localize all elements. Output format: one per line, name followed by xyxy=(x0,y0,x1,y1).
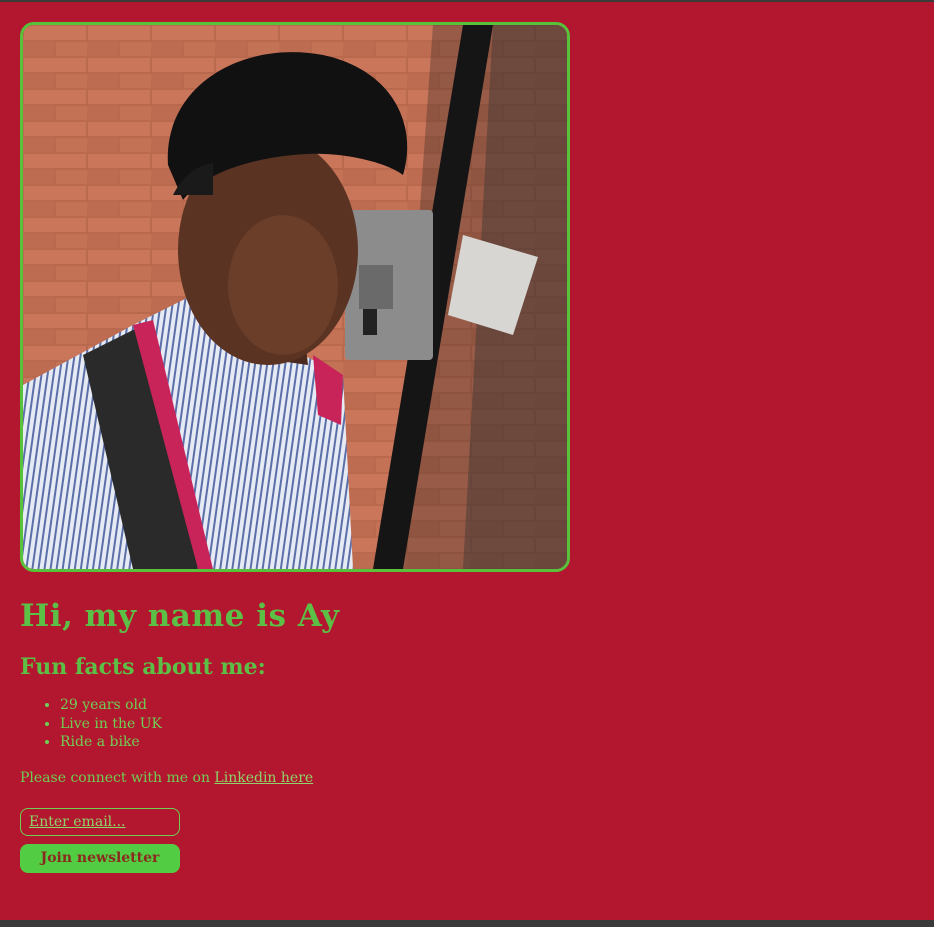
page: Hi, my name is Ay Fun facts about me: 29… xyxy=(0,2,934,920)
connect-prefix: Please connect with me on xyxy=(20,769,215,786)
list-item: 29 years old xyxy=(60,696,920,715)
bottom-bar xyxy=(0,920,934,927)
main-content: Hi, my name is Ay Fun facts about me: 29… xyxy=(20,22,920,873)
list-item: Ride a bike xyxy=(60,733,920,752)
join-newsletter-button[interactable]: Join newsletter xyxy=(20,843,180,873)
connect-text: Please connect with me on Linkedin here xyxy=(20,768,920,788)
profile-photo xyxy=(23,25,567,569)
linkedin-link[interactable]: Linkedin here xyxy=(214,770,313,786)
fun-facts-heading: Fun facts about me: xyxy=(20,654,266,680)
list-item: Live in the UK xyxy=(60,715,920,734)
page-title: Hi, my name is Ay xyxy=(20,598,340,634)
profile-photo-frame xyxy=(20,22,570,572)
fun-facts-list: 29 years old Live in the UK Ride a bike xyxy=(20,696,920,752)
email-field[interactable] xyxy=(20,807,180,836)
